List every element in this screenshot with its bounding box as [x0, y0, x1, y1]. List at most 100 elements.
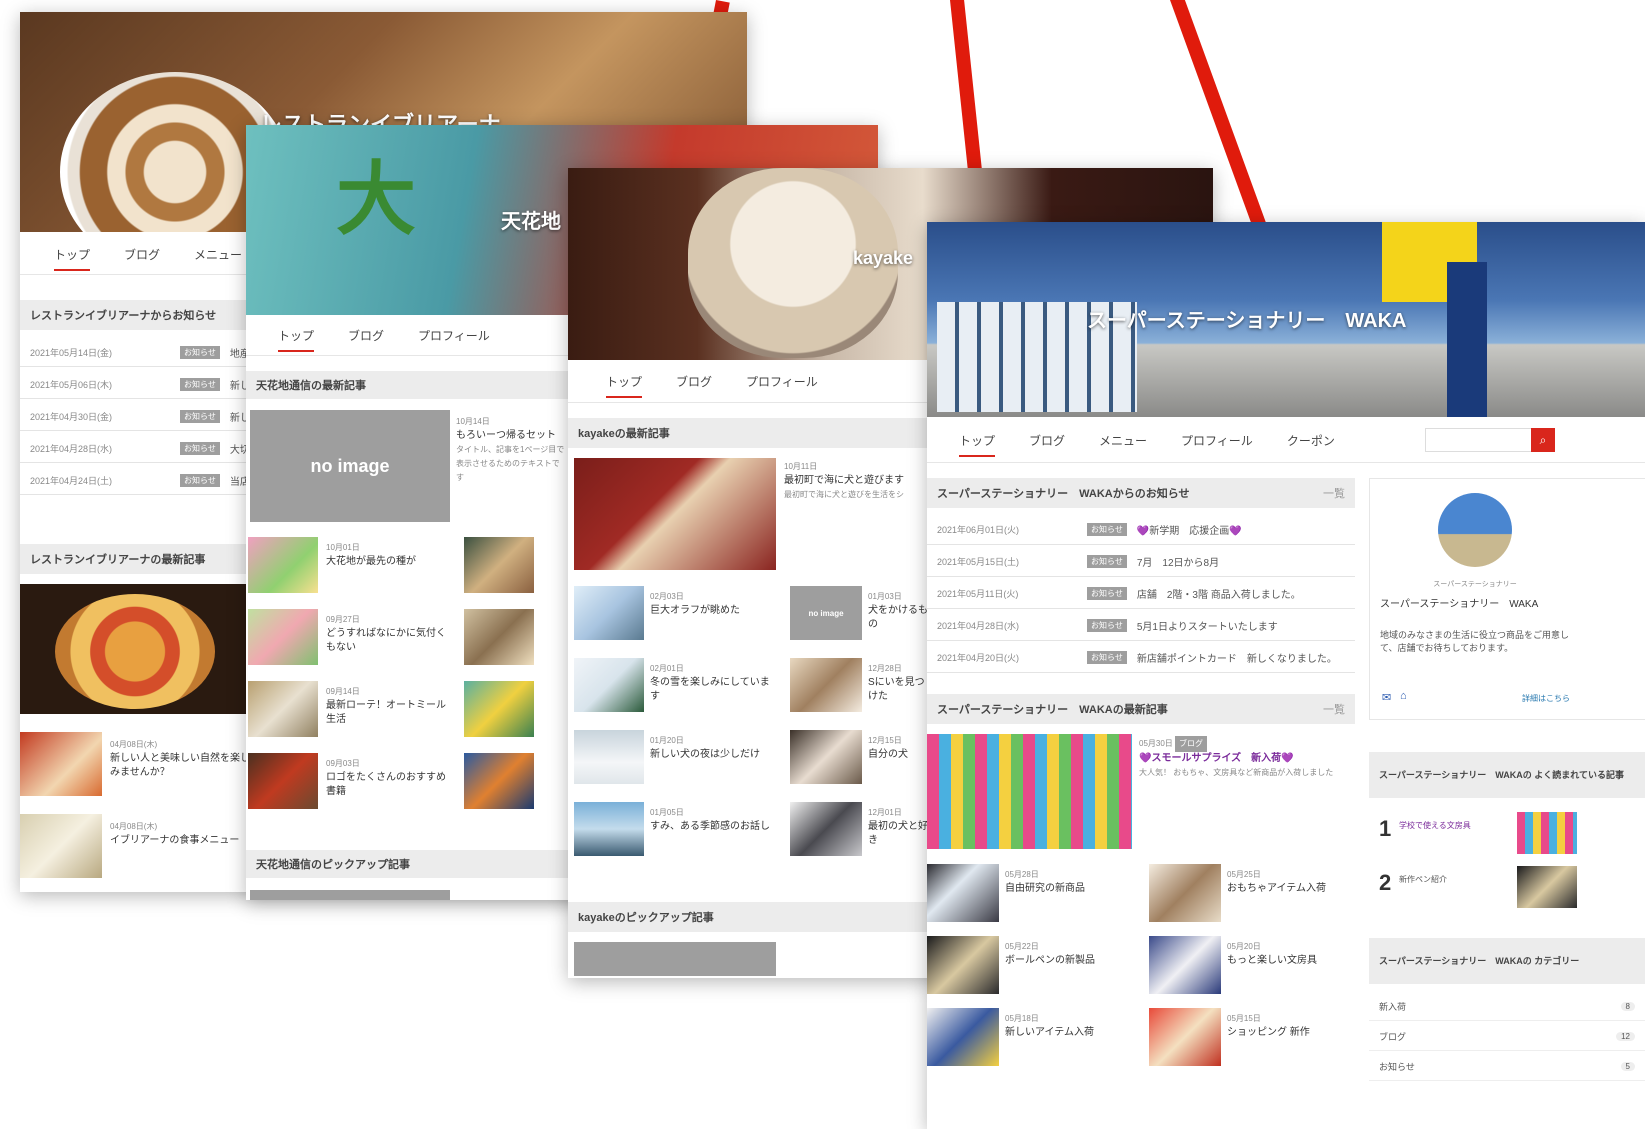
posts-section: スーパーステーショナリー WAKAの最新記事 一覧 — [927, 694, 1355, 724]
post-title-2[interactable]: 09月27日 どうすればなにかに気付くもない — [326, 613, 446, 655]
nav-menu[interactable]: メニュー — [1099, 432, 1147, 449]
search-icon[interactable]: ⌕ — [1531, 428, 1555, 452]
pickup-thumb[interactable] — [250, 890, 450, 900]
nav-profile[interactable]: プロフィール — [418, 327, 490, 344]
nav-blog[interactable]: ブログ — [1029, 432, 1065, 449]
post-title-1[interactable]: 04月08日(木) 新しい人と美味しい自然を楽しみませんか？ — [110, 738, 250, 780]
feature-post-image[interactable] — [574, 458, 776, 570]
post-thumb-1[interactable] — [574, 586, 644, 640]
category-item[interactable]: 新入荷 8 — [1369, 992, 1645, 1021]
post-title-3[interactable]: 01月20日 新しい犬の夜は少しだけ — [650, 734, 775, 762]
nav-blog[interactable]: ブログ — [124, 246, 160, 263]
post-thumb-2[interactable] — [927, 936, 999, 994]
post-title-3[interactable]: 09月14日 最新ローテ！オートミール生活 — [326, 685, 446, 727]
pickup-thumb[interactable] — [574, 942, 776, 976]
nav-top[interactable]: トップ — [959, 432, 996, 457]
nav-profile[interactable]: プロフィール — [1181, 432, 1253, 449]
post-thumb-4[interactable] — [1149, 864, 1221, 922]
profile-link[interactable]: 詳細はこちら — [1522, 693, 1570, 704]
post-thumb-1[interactable] — [248, 537, 318, 593]
post-thumb-8[interactable] — [464, 753, 534, 809]
post-right-thumb-3[interactable] — [790, 730, 862, 784]
post-thumb-3[interactable] — [248, 681, 318, 737]
profile-desc: 地域のみなさまの生活に役立つ商品をご用意して、店舗でお待ちしております。 — [1380, 630, 1570, 653]
category-section-header: スーパーステーショナリー WAKAの カテゴリー — [1369, 938, 1645, 984]
post-thumb-6[interactable] — [464, 609, 534, 665]
post-title-2[interactable]: 05月22日 ボールペンの新製品 — [1005, 940, 1135, 968]
profile-sub: スーパーステーショナリー — [1433, 581, 1517, 588]
post-right-thumb-4[interactable] — [790, 802, 862, 856]
site-title: kayake — [853, 248, 914, 268]
mail-icon[interactable]: ✉ — [1382, 691, 1391, 704]
category-item[interactable]: ブログ 12 — [1369, 1022, 1645, 1051]
category-item[interactable]: お知らせ 5 — [1369, 1052, 1645, 1081]
post-thumb-2[interactable] — [574, 658, 644, 712]
profile-name: スーパーステーショナリー WAKA — [1380, 599, 1539, 610]
post-right-2[interactable]: 12月28日 Sにいを見つけた — [868, 662, 928, 704]
post-right-4[interactable]: 12月01日 最初の犬と好き — [868, 806, 928, 848]
search-input[interactable] — [1425, 428, 1533, 452]
post-title-2[interactable]: 02月01日 冬の雪を楽しみにしています — [650, 662, 775, 704]
nav-menu[interactable]: メニュー — [194, 246, 242, 263]
site-title: スーパーステーショナリー WAKA — [1087, 310, 1407, 332]
news-item[interactable]: 2021年04月28日(水) お知らせ 5月1日よりスタートいたします — [927, 610, 1355, 641]
nav-top[interactable]: トップ — [278, 327, 315, 352]
post-right-3[interactable]: 12月15日 自分の犬 — [868, 734, 928, 762]
pointer-line-2 — [950, 0, 984, 189]
posts-more-link[interactable]: 一覧 — [1323, 701, 1345, 717]
post-thumb-3[interactable] — [574, 730, 644, 784]
post-thumb-7[interactable] — [464, 681, 534, 737]
post-thumb-2[interactable] — [248, 609, 318, 665]
posts-section-header: スーパーステーショナリー WAKAの最新記事 一覧 — [927, 694, 1355, 724]
pizza-feature-image[interactable] — [20, 584, 250, 714]
post-title-1[interactable]: 10月01日 大花地が最先の種が — [326, 541, 446, 569]
post-title-1[interactable]: 02月03日 巨大オラフが眺めた — [650, 590, 775, 618]
nav-profile[interactable]: プロフィール — [746, 373, 818, 390]
post-title-2[interactable]: 04月08日(木) イブリアーナの食事メニュー — [110, 820, 250, 848]
news-item[interactable]: 2021年05月15日(土) お知らせ 7月 12日から8月 — [927, 546, 1355, 577]
news-section-header: スーパーステーショナリー WAKAからのお知らせ 一覧 — [927, 478, 1355, 508]
post-thumb-1[interactable] — [20, 732, 102, 796]
nav-blog[interactable]: ブログ — [676, 373, 712, 390]
post-thumb-2[interactable] — [20, 814, 102, 878]
post-title-6[interactable]: 05月15日 ショッピング 新作 — [1227, 1012, 1352, 1040]
post-thumb-5[interactable] — [1149, 936, 1221, 994]
post-title-1[interactable]: 05月28日 自由研究の新商品 — [1005, 868, 1135, 896]
post-title-4[interactable]: 01月05日 すみ、ある季節感のお話し — [650, 806, 775, 834]
avatar[interactable] — [1438, 493, 1512, 567]
news-section: スーパーステーショナリー WAKAからのお知らせ 一覧 — [927, 478, 1355, 508]
popular-section-header: スーパーステーショナリー WAKAの よく読まれている記事 — [1369, 752, 1645, 798]
feature-post-text[interactable]: 10月14日 もろいーつ帰るセット タイトル、記事を1ページ目で表示させるためのテキ… — [456, 415, 566, 485]
post-title-3[interactable]: 05月18日 新しいアイテム入荷 — [1005, 1012, 1135, 1040]
nav-blog[interactable]: ブログ — [348, 327, 384, 344]
news-item[interactable]: 2021年05月11日(火) お知らせ 店舗 2階・3階 商品入荷しました。 — [927, 578, 1355, 609]
post-thumb-1[interactable] — [927, 864, 999, 922]
post-title-4[interactable]: 05月25日 おもちゃアイテム入荷 — [1227, 868, 1352, 896]
nav-top[interactable]: トップ — [606, 373, 643, 398]
post-right-1[interactable]: 01月03日 犬をかけるもの — [868, 590, 928, 632]
no-image-placeholder[interactable]: no image — [250, 410, 450, 522]
site-title: 天花地 — [501, 211, 561, 233]
home-icon[interactable]: ⌂ — [1400, 690, 1407, 702]
post-right-thumb-2[interactable] — [790, 658, 862, 712]
site-card-waka: スーパーステーショナリー WAKA トップ ブログ メニュー プロフィール クー… — [927, 222, 1645, 1129]
post-thumb-4[interactable] — [248, 753, 318, 809]
feature-post-text[interactable]: 05月30日 ブログ 💜スモールサプライズ 新入荷💜 大人気！ おもちゃ、文房具… — [1139, 736, 1344, 780]
popular-item[interactable]: 2 新作ペン紹介 — [1379, 866, 1645, 912]
popular-item[interactable]: 1 学校で使える文房具 — [1379, 812, 1645, 858]
post-thumb-6[interactable] — [1149, 1008, 1221, 1066]
feature-post-image[interactable] — [927, 734, 1132, 849]
profile-box: スーパーステーショナリー スーパーステーショナリー WAKA 地域のみなさまの生… — [1369, 478, 1645, 720]
post-title-5[interactable]: 05月20日 もっと楽しい文房具 — [1227, 940, 1352, 968]
no-image-placeholder[interactable]: no image — [790, 586, 862, 640]
news-item[interactable]: 2021年06月01日(火) お知らせ 💜新学期 応援企画💜 — [927, 514, 1355, 545]
news-item[interactable]: 2021年04月20日(火) お知らせ 新店舗ポイントカード 新しくなりました。 — [927, 642, 1355, 673]
nav-top[interactable]: トップ — [54, 246, 91, 271]
post-title-4[interactable]: 09月03日 ロゴをたくさんのおすすめ書籍 — [326, 757, 446, 799]
post-thumb-5[interactable] — [464, 537, 534, 593]
post-thumb-3[interactable] — [927, 1008, 999, 1066]
post-thumb-4[interactable] — [574, 802, 644, 856]
news-more-link[interactable]: 一覧 — [1323, 485, 1345, 501]
nav-coupon[interactable]: クーポン — [1287, 432, 1335, 449]
feature-post-text[interactable]: 10月11日 最初町で海に犬と遊びます 最初町で海に犬と遊びを生活をシ — [784, 460, 924, 502]
